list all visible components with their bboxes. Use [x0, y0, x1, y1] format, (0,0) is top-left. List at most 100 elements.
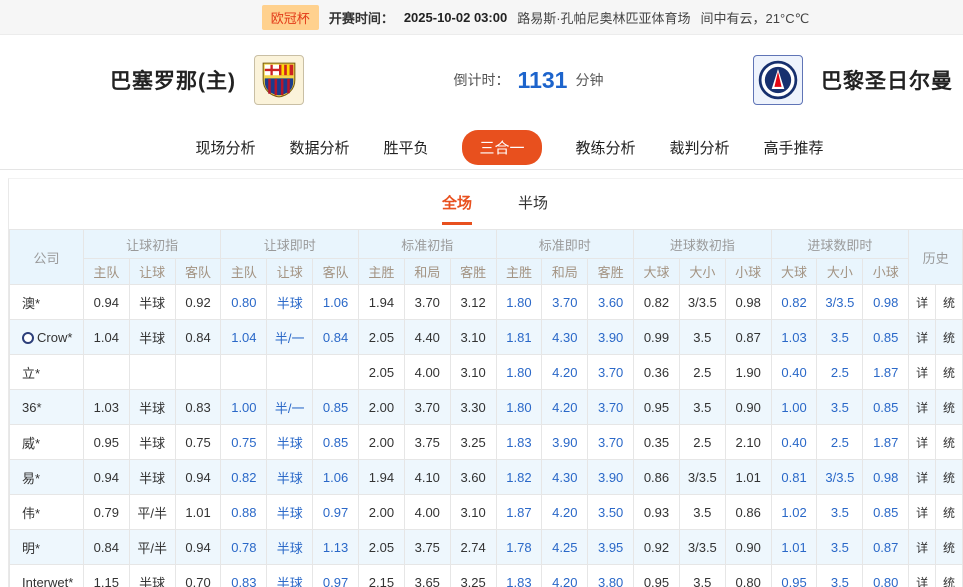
nav-tab[interactable]: 数据分析	[289, 137, 349, 158]
group-header: 标准即时	[496, 230, 634, 259]
odds-cell: 1.03	[83, 390, 129, 425]
scope-tabs: 全场 半场	[27, 179, 963, 225]
odds-cell: 0.85	[863, 390, 909, 425]
company-cell[interactable]: 澳*	[10, 285, 84, 320]
odds-cell: 1.87	[496, 495, 542, 530]
odds-cell: 0.80	[221, 285, 267, 320]
odds-cell: 0.99	[634, 320, 680, 355]
odds-cell: 4.25	[542, 530, 588, 565]
odds-cell: 0.87	[725, 320, 771, 355]
odds-cell: 1.00	[771, 390, 817, 425]
stats-link[interactable]: 统	[936, 495, 963, 530]
odds-cell: 2.5	[817, 355, 863, 390]
odds-cell: 半/一	[267, 390, 313, 425]
scope-tab[interactable]: 全场	[442, 192, 472, 225]
odds-row: 36*1.03半球0.831.00半/一0.852.003.703.301.80…	[10, 390, 963, 425]
stats-link[interactable]: 统	[936, 565, 963, 587]
odds-cell: 3.5	[679, 320, 725, 355]
company-cell[interactable]: 易*	[10, 460, 84, 495]
odds-row: 易*0.94半球0.940.82半球1.061.944.103.601.824.…	[10, 460, 963, 495]
nav-tab[interactable]: 教练分析	[576, 137, 636, 158]
odds-cell: 3.5	[679, 495, 725, 530]
odds-cell: 0.85	[313, 425, 359, 460]
odds-cell: 3.70	[404, 285, 450, 320]
odds-cell: 0.83	[175, 390, 221, 425]
detail-link[interactable]: 详	[909, 425, 936, 460]
odds-cell: 4.20	[542, 355, 588, 390]
detail-link[interactable]: 详	[909, 460, 936, 495]
company-cell[interactable]: Interwet*	[10, 565, 84, 587]
company-cell[interactable]: 威*	[10, 425, 84, 460]
odds-cell: 半球	[129, 425, 175, 460]
stats-link[interactable]: 统	[936, 460, 963, 495]
odds-cell: 0.80	[863, 565, 909, 587]
company-cell[interactable]: 36*	[10, 390, 84, 425]
odds-cell: 3.10	[450, 355, 496, 390]
odds-cell: 0.95	[634, 390, 680, 425]
stats-link[interactable]: 统	[936, 285, 963, 320]
odds-cell: 3.70	[542, 285, 588, 320]
odds-cell: 0.92	[634, 530, 680, 565]
odds-cell: 1.94	[359, 460, 405, 495]
group-header: 让球初指	[83, 230, 221, 259]
odds-cell: 3.10	[450, 495, 496, 530]
stats-link[interactable]: 统	[936, 425, 963, 460]
sub-column-header: 小球	[863, 259, 909, 285]
odds-cell: 1.04	[221, 320, 267, 355]
odds-cell: 3/3.5	[679, 285, 725, 320]
league-badge[interactable]: 欧冠杯	[262, 5, 319, 30]
nav-tab[interactable]: 胜平负	[383, 137, 428, 158]
odds-row: 澳*0.94半球0.920.80半球1.061.943.703.121.803.…	[10, 285, 963, 320]
detail-link[interactable]: 详	[909, 390, 936, 425]
odds-cell: 0.84	[175, 320, 221, 355]
odds-cell: 0.70	[175, 565, 221, 587]
company-cell[interactable]: 立*	[10, 355, 84, 390]
detail-link[interactable]: 详	[909, 565, 936, 587]
home-team-block: 巴塞罗那(主)	[110, 55, 304, 105]
odds-cell: 3.70	[588, 355, 634, 390]
sub-column-header: 客队	[175, 259, 221, 285]
odds-cell: 0.90	[725, 530, 771, 565]
sub-column-header: 和局	[404, 259, 450, 285]
company-cell[interactable]: Crow*	[10, 320, 84, 355]
nav-tab[interactable]: 三合一	[462, 130, 541, 165]
nav-tab[interactable]: 裁判分析	[670, 137, 730, 158]
nav-tab[interactable]: 高手推荐	[764, 137, 824, 158]
stats-link[interactable]: 统	[936, 390, 963, 425]
detail-link[interactable]: 详	[909, 355, 936, 390]
stats-link[interactable]: 统	[936, 355, 963, 390]
stats-link[interactable]: 统	[936, 530, 963, 565]
sub-column-header: 让球	[129, 259, 175, 285]
odds-cell: 0.36	[634, 355, 680, 390]
odds-cell: 平/半	[129, 530, 175, 565]
odds-cell: 0.40	[771, 425, 817, 460]
detail-link[interactable]: 详	[909, 320, 936, 355]
nav-tab[interactable]: 现场分析	[195, 137, 255, 158]
detail-link[interactable]: 详	[909, 285, 936, 320]
odds-cell: 1.02	[771, 495, 817, 530]
odds-cell: 3.80	[588, 565, 634, 587]
stats-link[interactable]: 统	[936, 320, 963, 355]
odds-cell: 3.50	[588, 495, 634, 530]
detail-link[interactable]: 详	[909, 530, 936, 565]
company-cell[interactable]: 明*	[10, 530, 84, 565]
odds-cell: 0.80	[725, 565, 771, 587]
odds-cell: 3/3.5	[817, 285, 863, 320]
scope-tab[interactable]: 半场	[518, 192, 548, 225]
group-header: 让球即时	[221, 230, 359, 259]
odds-row: Crow*1.04半球0.841.04半/一0.842.054.403.101.…	[10, 320, 963, 355]
odds-cell: 3.5	[817, 495, 863, 530]
top-info-bar: 欧冠杯 开赛时间： 2025-10-02 03:00 路易斯·孔帕尼奥林匹亚体育…	[0, 0, 963, 35]
company-cell[interactable]: 伟*	[10, 495, 84, 530]
odds-cell: 0.97	[313, 565, 359, 587]
odds-comparison-table: 公司让球初指让球即时标准初指标准即时进球数初指进球数即时历史主队让球客队主队让球…	[9, 229, 963, 587]
odds-cell: 0.94	[175, 530, 221, 565]
odds-cell: 3/3.5	[679, 460, 725, 495]
odds-cell: 3.95	[588, 530, 634, 565]
odds-cell: 半球	[267, 460, 313, 495]
odds-cell: 0.95	[83, 425, 129, 460]
odds-cell: 1.01	[725, 460, 771, 495]
detail-link[interactable]: 详	[909, 495, 936, 530]
odds-cell: 0.85	[313, 390, 359, 425]
odds-cell: 3.10	[450, 320, 496, 355]
